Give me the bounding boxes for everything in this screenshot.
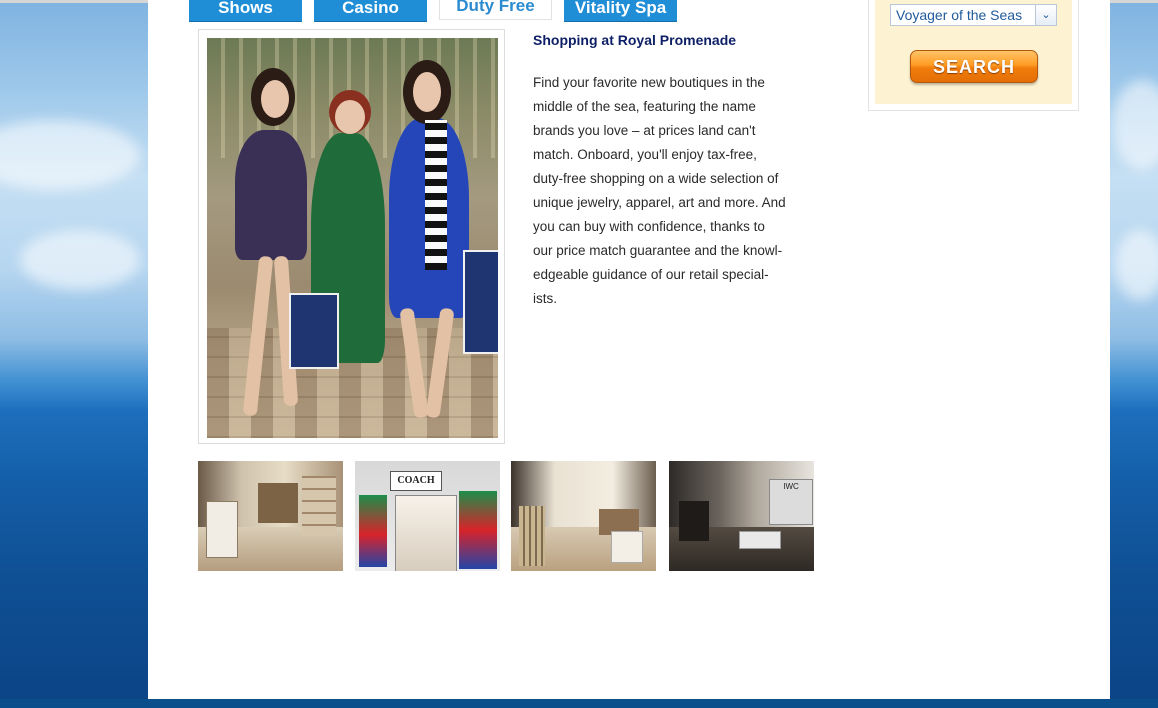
thumbnail-michael-kors-store[interactable] <box>511 461 656 571</box>
tab-shows[interactable]: Shows <box>189 0 302 22</box>
thumbnail-iwc-store[interactable]: IWC <box>669 461 814 571</box>
thumbnail-coach-store[interactable]: COACH <box>355 461 500 571</box>
search-button[interactable]: SEARCH <box>910 50 1038 83</box>
tab-vitality-spa[interactable]: Vitality Spa <box>564 0 677 22</box>
chevron-down-icon[interactable]: ⌄ <box>1035 5 1056 25</box>
article-body: Find your favorite new boutiques in the … <box>533 71 808 311</box>
ship-select-value: Voyager of the Seas <box>896 7 1023 23</box>
article-body-line: unique jewelry, apparel, art and more. A… <box>533 195 786 210</box>
article-body-line: our price match guarantee and the knowl- <box>533 243 783 258</box>
tab-casino[interactable]: Casino <box>314 0 427 22</box>
tab-duty-free[interactable]: Duty Free <box>439 0 552 20</box>
article-body-line: middle of the sea, featuring the name <box>533 99 756 114</box>
hero-photo-frame <box>198 29 505 444</box>
coach-sign: COACH <box>390 471 442 491</box>
article-body-line: brands you love – at prices land can't <box>533 123 756 138</box>
bottom-bar <box>0 699 1158 708</box>
article-body-line: Find your favorite new boutiques in the <box>533 75 765 90</box>
article-headline: Shopping at Royal Promenade <box>533 32 737 48</box>
main-content-panel: Shows Casino Duty Free Vitality Spa Shop… <box>148 0 1110 699</box>
article-body-line: edgeable guidance of our retail special- <box>533 267 769 282</box>
cruise-search-panel: Voyager of the Seas ⌄ SEARCH <box>868 0 1079 111</box>
iwc-sign: IWC <box>769 479 813 525</box>
shopping-promenade-photo <box>207 38 498 438</box>
ship-select-dropdown[interactable]: Voyager of the Seas ⌄ <box>890 4 1057 26</box>
search-panel-inner: Voyager of the Seas ⌄ SEARCH <box>875 0 1072 104</box>
article-body-line: duty-free shopping on a wide selection o… <box>533 171 779 186</box>
article-body-line: ists. <box>533 291 558 306</box>
article-body-line: you can buy with confidence, thanks to <box>533 219 765 234</box>
thumbnail-burberry-store[interactable] <box>198 461 343 571</box>
article-body-line: match. Onboard, you'll enjoy tax-free, <box>533 147 757 162</box>
